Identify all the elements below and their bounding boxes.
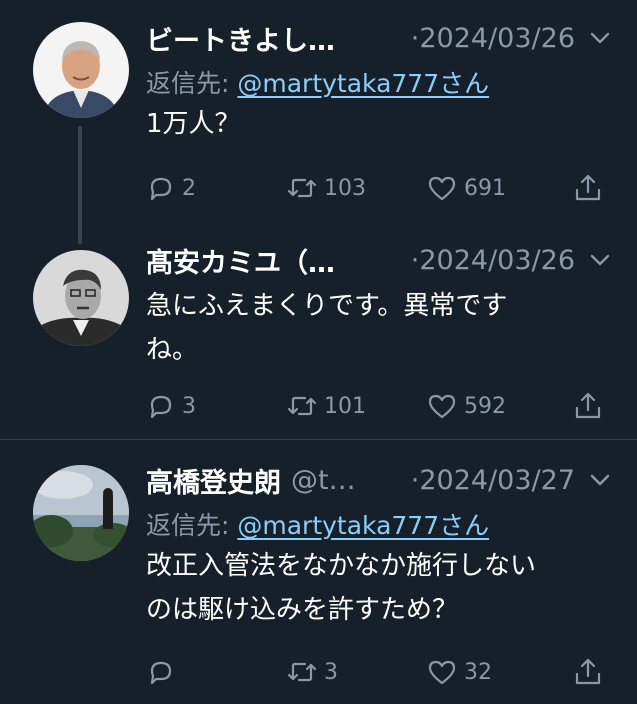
tweet[interactable]: 高橋登史朗 @t… · 2024/03/27 返信先: @martytaka77… (0, 440, 637, 704)
tweet-content: 髙安カミユ（… · 2024/03/26 急にふえまくりです。異常です ね。 3… (146, 240, 613, 419)
reply-count: 2 (182, 175, 196, 201)
share-icon (575, 658, 601, 685)
retweet-count: 101 (324, 393, 366, 419)
share-button[interactable] (573, 390, 603, 422)
avatar[interactable] (33, 250, 129, 346)
reply-to: 返信先: @martytaka777さん (146, 506, 613, 540)
like-button[interactable]: 32 (426, 657, 566, 687)
reply-prefix: 返信先: (146, 511, 238, 540)
reply-to: 返信先: @martytaka777さん (146, 64, 613, 98)
display-name[interactable]: 髙安カミユ（… (146, 241, 335, 280)
display-name[interactable]: 高橋登史朗 (146, 461, 281, 500)
tweet-actions: 2 103 691 (146, 168, 613, 208)
reply-button[interactable]: 3 (146, 391, 286, 421)
reply-mention-link[interactable]: @martytaka777さん (237, 511, 489, 540)
reply-prefix: 返信先: (146, 69, 238, 98)
tweet-actions: 3 101 592 (146, 386, 613, 426)
tweet-content: 高橋登史朗 @t… · 2024/03/27 返信先: @martytaka77… (146, 460, 613, 685)
separator-dot: · (410, 464, 420, 496)
avatar[interactable] (33, 465, 129, 561)
tweet-date[interactable]: 2024/03/26 (419, 245, 575, 276)
tweet-header: ビートきよし… · 2024/03/26 (146, 18, 613, 58)
reply-icon (150, 395, 172, 419)
tweet-date[interactable]: 2024/03/27 (419, 465, 575, 496)
tweet-actions: 3 32 (146, 652, 613, 692)
like-icon (428, 176, 456, 201)
reply-button[interactable]: 2 (146, 173, 286, 203)
tweet[interactable]: ビートきよし… · 2024/03/26 返信先: @martytaka777さ… (0, 0, 637, 244)
tweet-text: 改正入管法をなかなか施行しない のは駆け込みを許すため？ (146, 544, 613, 632)
share-icon (575, 174, 601, 201)
retweet-button[interactable]: 103 (286, 173, 426, 203)
tweet-text-line: 改正入管法をなかなか施行しない (146, 551, 537, 581)
like-count: 592 (464, 393, 506, 419)
display-name[interactable]: ビートきよし… (146, 19, 335, 58)
retweet-icon (287, 396, 317, 416)
share-button[interactable] (573, 656, 603, 688)
separator-dot: · (410, 22, 420, 54)
retweet-icon (287, 662, 317, 682)
tweet-text-line: ね。 (146, 335, 199, 365)
tweet-header: 高橋登史朗 @t… · 2024/03/27 (146, 460, 613, 500)
user-handle[interactable]: @t… (291, 465, 356, 496)
reply-button[interactable] (146, 657, 286, 687)
tweet-text: 1万人？ (146, 102, 613, 146)
tweet-content: ビートきよし… · 2024/03/26 返信先: @martytaka777さ… (146, 18, 613, 201)
reply-count: 3 (182, 393, 196, 419)
like-icon (428, 660, 456, 685)
like-button[interactable]: 691 (426, 173, 566, 203)
retweet-button[interactable]: 101 (286, 391, 426, 421)
retweet-count: 103 (324, 175, 366, 201)
tweet-text-line: 1万人？ (146, 109, 241, 139)
retweet-icon (287, 178, 317, 198)
share-icon (575, 392, 601, 419)
tweet[interactable]: 髙安カミユ（… · 2024/03/26 急にふえまくりです。異常です ね。 3… (0, 236, 637, 440)
tweet-text-line: 急にふえまくりです。異常です (146, 291, 508, 321)
share-button[interactable] (573, 172, 603, 204)
reply-icon (150, 661, 172, 685)
chevron-down-icon[interactable] (587, 247, 613, 273)
tweet-text: 急にふえまくりです。異常です ね。 (146, 284, 613, 372)
separator-dot: · (410, 244, 420, 276)
retweet-button[interactable]: 3 (286, 657, 426, 687)
tweet-text-line: のは駆け込みを許すため？ (146, 595, 459, 625)
like-count: 691 (464, 175, 506, 201)
chevron-down-icon[interactable] (587, 25, 613, 51)
tweet-header: 髙安カミユ（… · 2024/03/26 (146, 240, 613, 280)
thread-line (78, 126, 82, 244)
chevron-down-icon[interactable] (587, 467, 613, 493)
retweet-count: 3 (324, 659, 338, 685)
reply-mention-link[interactable]: @martytaka777さん (237, 69, 489, 98)
reply-icon (150, 177, 172, 201)
tweet-date[interactable]: 2024/03/26 (419, 23, 575, 54)
like-count: 32 (464, 659, 492, 685)
like-button[interactable]: 592 (426, 391, 566, 421)
like-icon (428, 394, 456, 419)
avatar[interactable] (33, 22, 129, 118)
